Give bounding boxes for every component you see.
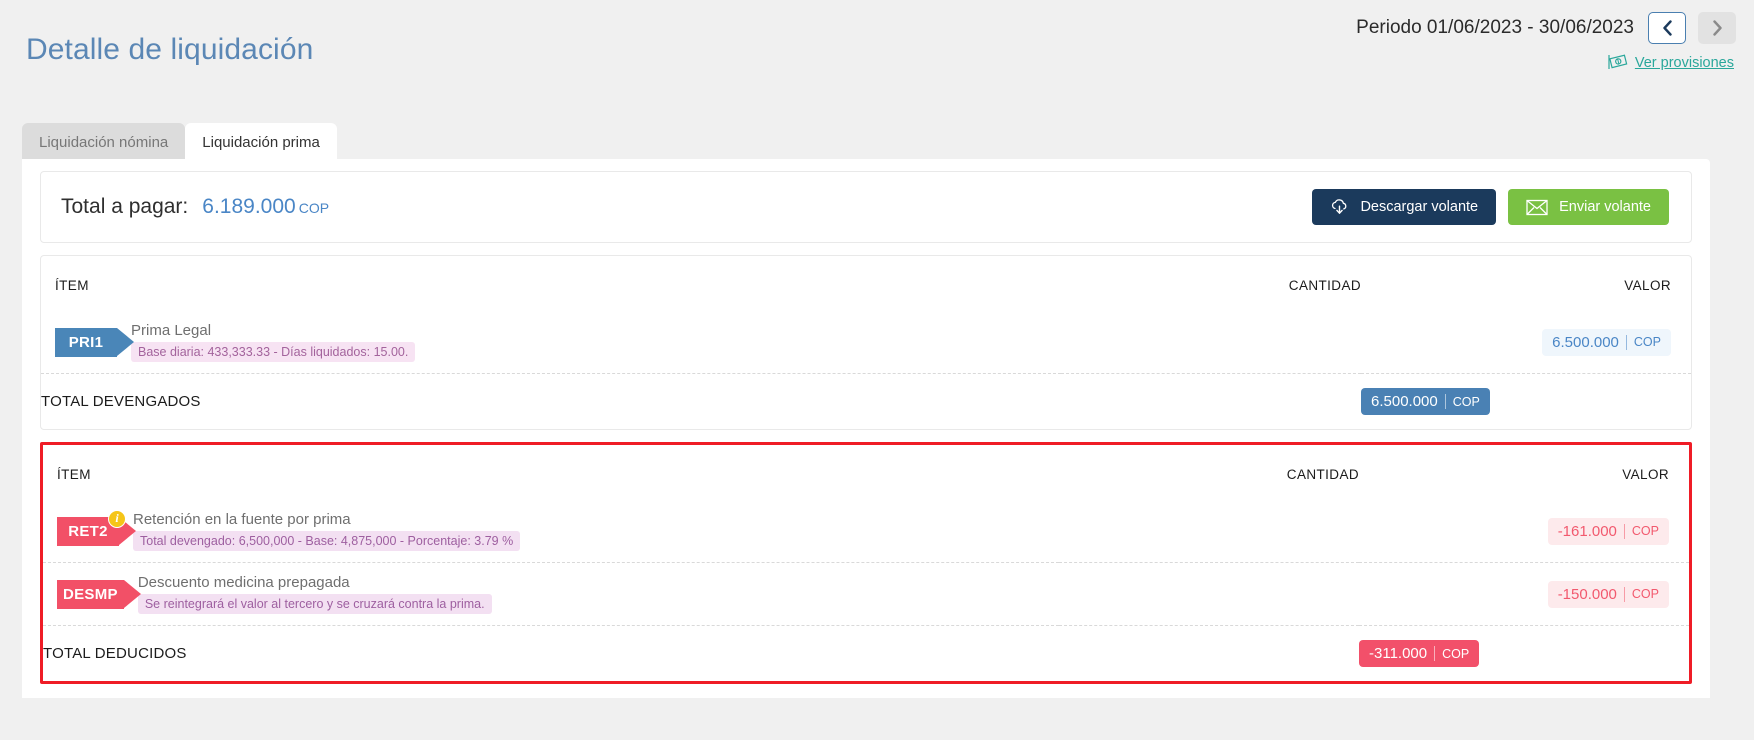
value-separator (1623, 523, 1625, 539)
badge-arrow-icon (123, 579, 141, 608)
earnings-row-value-amount: 6.500.000 (1552, 333, 1619, 351)
earnings-total-amount: 6.500.000 (1371, 393, 1438, 410)
deduction-row-quantity (1059, 500, 1359, 563)
view-provisions-link[interactable]: Ver provisiones (1635, 55, 1734, 71)
value-separator (1434, 646, 1436, 661)
earnings-block: ÍTEM CANTIDAD VALOR PRI1 Prima Legal Bas… (40, 255, 1692, 430)
next-period-button[interactable] (1698, 12, 1736, 44)
deductions-total-amount: -311.000 (1369, 645, 1428, 662)
total-to-pay-label: Total a pagar: (61, 195, 189, 218)
item-code-badge: DESMP (57, 579, 141, 609)
earnings-row-quantity (1061, 311, 1361, 374)
earnings-col-value: VALOR (1624, 278, 1671, 293)
deductions-table: ÍTEM CANTIDAD VALOR i RET2 Retención en … (43, 445, 1689, 681)
view-provisions[interactable]: Ver provisiones (1608, 54, 1734, 71)
deduction-row-value-currency: COP (1631, 587, 1659, 601)
deductions-col-quantity: CANTIDAD (1286, 467, 1359, 482)
deductions-total-value-cell: -311.000 COP (1359, 625, 1689, 681)
earnings-total-label: TOTAL DEVENGADOS (41, 392, 201, 410)
table-row: PRI1 Prima Legal Base diaria: 433,333.33… (41, 311, 1691, 374)
previous-period-button[interactable] (1648, 12, 1686, 44)
total-to-pay-amount: 6.189.000 (202, 195, 296, 218)
deductions-total-label-cell: TOTAL DEDUCIDOS (43, 625, 1059, 681)
envelope-icon (1526, 199, 1548, 215)
total-to-pay-currency: COP (298, 200, 330, 216)
period-selector: Periodo 01/06/2023 - 30/06/2023 (1356, 12, 1736, 44)
earnings-total-currency: COP (1452, 394, 1480, 409)
earnings-total-row: TOTAL DEVENGADOS 6.500.000 COP (41, 373, 1691, 429)
page-header: Detalle de liquidación Periodo 01/06/202… (0, 0, 1754, 100)
send-voucher-label: Enviar volante (1559, 199, 1651, 215)
deductions-col-item: ÍTEM (57, 467, 91, 482)
liquidation-card: Total a pagar: 6.189.000 COP Descargar vo… (22, 159, 1710, 698)
value-separator (1623, 586, 1625, 602)
badge-arrow-icon (117, 327, 134, 356)
download-voucher-label: Descargar volante (1360, 199, 1479, 215)
deductions-block: ÍTEM CANTIDAD VALOR i RET2 Retención en … (40, 442, 1692, 684)
deductions-header-row: ÍTEM CANTIDAD VALOR (43, 445, 1689, 500)
earnings-total-quantity (1061, 373, 1361, 429)
liquidation-detail-page: Detalle de liquidación Periodo 01/06/202… (0, 0, 1754, 740)
tab-liquidacion-nomina[interactable]: Liquidación nómina (22, 123, 186, 162)
tab-bar: Liquidación nómina Liquidación prima (22, 123, 337, 162)
download-voucher-button[interactable]: Descargar volante (1312, 189, 1497, 225)
summary-actions: Descargar volante Enviar volante (1312, 189, 1669, 225)
earnings-row-value: 6.500.000 COP (1361, 311, 1691, 374)
item-note: Total devengado: 6,500,000 - Base: 4,875… (133, 531, 521, 551)
deductions-total-row: TOTAL DEDUCIDOS -311.000 COP (43, 625, 1689, 681)
info-icon[interactable]: i (108, 509, 126, 528)
item-title: Descuento medicina prepagada (137, 574, 350, 591)
table-row: DESMP Descuento medicina prepagada Se re… (43, 562, 1689, 626)
deduction-row-item: i RET2 Retención en la fuente por prima … (43, 500, 1059, 563)
earnings-total-value-cell: 6.500.000 COP (1361, 373, 1691, 429)
item-code-label: RET2 (68, 522, 108, 540)
item-title: Prima Legal (131, 322, 212, 339)
earnings-header-row: ÍTEM CANTIDAD VALOR (41, 256, 1691, 311)
value-separator (1444, 394, 1446, 409)
total-summary-block: Total a pagar: 6.189.000 COP Descargar vo… (40, 171, 1692, 243)
value-separator (1625, 334, 1627, 350)
chevron-right-icon (1712, 20, 1722, 36)
deduction-row-quantity (1059, 562, 1359, 626)
deduction-row-value-amount: -161.000 (1557, 522, 1617, 540)
item-code-label: DESMP (63, 585, 118, 603)
item-code-badge: PRI1 (55, 327, 134, 357)
earnings-row-item: PRI1 Prima Legal Base diaria: 433,333.33… (41, 311, 1061, 374)
total-to-pay: Total a pagar: 6.189.000 COP (61, 195, 329, 219)
deductions-col-value: VALOR (1622, 467, 1669, 482)
deduction-row-value: -150.000 COP (1359, 562, 1689, 626)
item-title: Retención en la fuente por prima (133, 511, 351, 528)
deductions-total-quantity (1059, 625, 1359, 681)
deduction-row-value-amount: -150.000 (1557, 585, 1617, 603)
chevron-left-icon (1662, 20, 1672, 36)
earnings-col-item: ÍTEM (55, 278, 89, 293)
deduction-row-item: DESMP Descuento medicina prepagada Se re… (43, 562, 1059, 626)
earnings-total-label-cell: TOTAL DEVENGADOS (41, 373, 1061, 429)
send-voucher-button[interactable]: Enviar volante (1508, 189, 1669, 225)
deduction-row-value: -161.000 COP (1359, 500, 1689, 563)
item-note: Base diaria: 433,333.33 - Días liquidado… (131, 342, 416, 362)
item-code-badge: i RET2 (57, 509, 136, 546)
item-code-label: PRI1 (68, 333, 104, 351)
deductions-total-currency: COP (1442, 646, 1470, 661)
money-bill-icon (1608, 54, 1628, 69)
tab-liquidacion-prima[interactable]: Liquidación prima (185, 123, 337, 162)
item-note: Se reintegrará el valor al tercero y se … (137, 594, 492, 614)
period-label: Periodo 01/06/2023 - 30/06/2023 (1356, 17, 1634, 38)
cloud-download-icon (1332, 198, 1347, 214)
period-nav-buttons (1648, 12, 1736, 44)
deduction-row-value-currency: COP (1631, 524, 1659, 538)
table-row: i RET2 Retención en la fuente por prima … (43, 500, 1689, 563)
page-title: Detalle de liquidación (26, 33, 314, 66)
earnings-table: ÍTEM CANTIDAD VALOR PRI1 Prima Legal Bas… (41, 256, 1691, 429)
earnings-row-value-currency: COP (1633, 335, 1661, 349)
earnings-col-quantity: CANTIDAD (1288, 278, 1361, 293)
deductions-total-label: TOTAL DEDUCIDOS (43, 644, 187, 662)
